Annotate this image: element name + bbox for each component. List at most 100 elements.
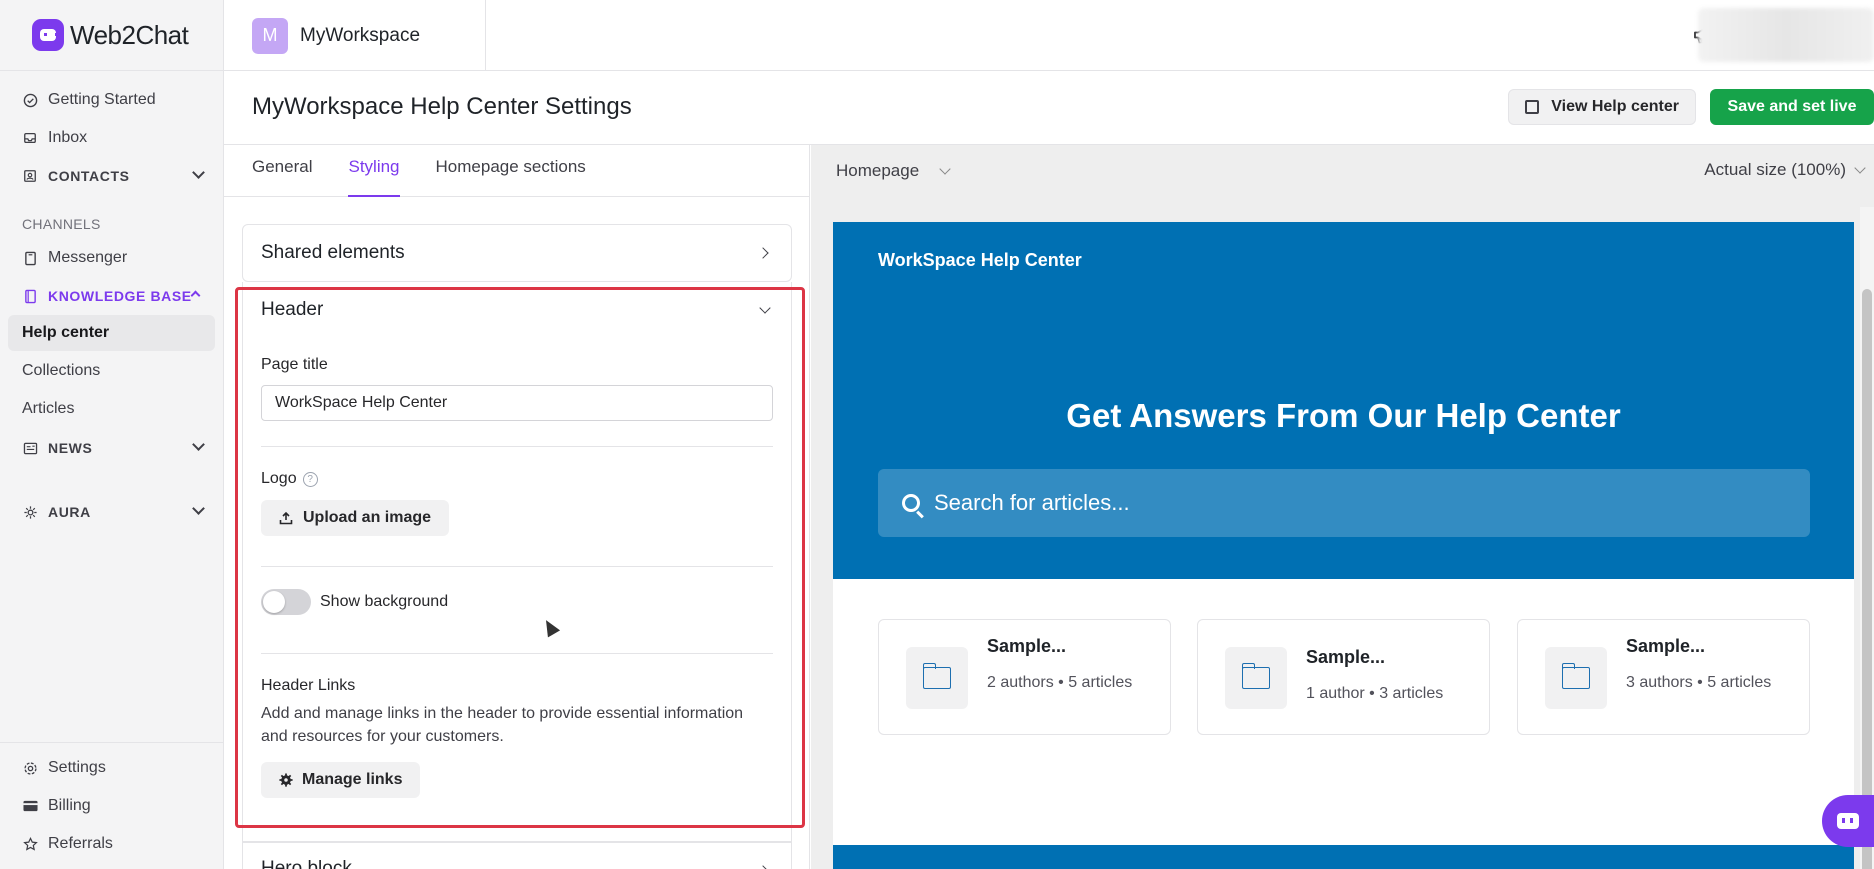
- contacts-icon: [22, 168, 38, 184]
- sidebar-item-label: Billing: [48, 797, 91, 814]
- sidebar-item-articles[interactable]: Articles: [8, 391, 215, 427]
- tab-styling[interactable]: Styling: [348, 145, 400, 197]
- tab-homepage-sections[interactable]: Homepage sections: [436, 145, 586, 197]
- collection-card[interactable]: Sample... 3 authors • 5 articles: [1517, 619, 1810, 735]
- preview-search-input[interactable]: Search for articles...: [878, 469, 1810, 537]
- sidebar-item-collections[interactable]: Collections: [8, 353, 215, 389]
- aura-icon: [22, 504, 38, 520]
- chevron-up-icon: [190, 290, 201, 301]
- collection-title: Sample...: [1306, 647, 1386, 667]
- folder-icon: [1225, 647, 1287, 709]
- sidebar-item-knowledge-base[interactable]: KNOWLEDGE BASE: [0, 277, 223, 315]
- user-menu[interactable]: [1698, 8, 1874, 62]
- sidebar-item-aura[interactable]: AURA: [0, 493, 223, 531]
- chevron-down-icon: [759, 302, 771, 314]
- chevron-right-icon: [757, 865, 769, 869]
- manage-links-button[interactable]: Manage links: [261, 762, 421, 798]
- preview-scrollbar[interactable]: [1860, 207, 1874, 869]
- divider: [261, 653, 773, 654]
- size-select-value: Actual size (100%): [1704, 160, 1846, 179]
- sidebar-item-news[interactable]: NEWS: [0, 429, 223, 467]
- sidebar-item-label: NEWS: [48, 440, 93, 456]
- messenger-icon: [22, 250, 38, 266]
- upload-image-label: Upload an image: [303, 509, 432, 526]
- workspace-name: MyWorkspace: [300, 24, 421, 46]
- sidebar-item-getting-started[interactable]: Getting Started: [0, 81, 223, 119]
- sidebar-nav: Getting Started Inbox CONTACTS CHANNELS …: [0, 71, 223, 531]
- chevron-down-icon[interactable]: [939, 163, 951, 175]
- brand[interactable]: Web2Chat: [0, 0, 223, 71]
- chat-launcher-button[interactable]: [1822, 795, 1874, 847]
- hero-block-section[interactable]: Hero block: [242, 842, 792, 869]
- section-title: Header: [261, 299, 324, 320]
- upload-icon: [279, 511, 293, 525]
- folder-icon: [906, 647, 968, 709]
- preview-hero-title: Get Answers From Our Help Center: [1066, 397, 1621, 434]
- view-help-center-button[interactable]: View Help center: [1508, 89, 1696, 125]
- sidebar-item-billing[interactable]: Billing: [0, 787, 223, 825]
- page-select[interactable]: Homepage: [836, 161, 919, 181]
- save-and-set-live-button[interactable]: Save and set live: [1710, 89, 1874, 125]
- tab-general[interactable]: General: [252, 145, 312, 197]
- chevron-right-icon: [757, 247, 769, 259]
- collection-meta: 1 author • 3 articles: [1306, 685, 1444, 702]
- upload-image-button[interactable]: Upload an image: [261, 500, 450, 536]
- show-background-toggle[interactable]: [261, 589, 311, 615]
- collection-meta: 2 authors • 5 articles: [987, 674, 1133, 691]
- sidebar-item-label: Messenger: [48, 249, 128, 266]
- chevron-down-icon: [192, 502, 205, 515]
- preview-toolbar: Homepage Actual size (100%): [811, 145, 1874, 197]
- collection-title: Sample...: [987, 636, 1067, 656]
- size-select[interactable]: Actual size (100%): [1704, 160, 1866, 180]
- shared-elements-header[interactable]: Shared elements: [243, 225, 791, 281]
- sidebar-item-label: Settings: [48, 759, 106, 776]
- preview-search-placeholder: Search for articles...: [934, 490, 1130, 515]
- sidebar-bottom-nav: Settings Billing Referrals: [0, 742, 223, 869]
- star-icon: [22, 836, 38, 852]
- sidebar-item-referrals[interactable]: Referrals: [0, 825, 223, 863]
- shared-elements-section[interactable]: Shared elements: [242, 224, 792, 282]
- collection-card[interactable]: Sample... 2 authors • 5 articles: [878, 619, 1171, 735]
- view-help-center-label: View Help center: [1551, 98, 1679, 115]
- page-title: MyWorkspace Help Center Settings: [252, 93, 632, 120]
- sidebar-item-label: Referrals: [48, 835, 113, 852]
- header-links-label: Header Links: [261, 677, 356, 694]
- sidebar-item-inbox[interactable]: Inbox: [0, 119, 223, 157]
- inbox-icon: [22, 130, 38, 146]
- sidebar-item-label: Inbox: [48, 129, 88, 146]
- header-section-toggle[interactable]: Header: [243, 282, 791, 338]
- preview-footer-band: [833, 845, 1854, 869]
- channels-group-label: CHANNELS: [22, 216, 101, 232]
- folder-icon: [1545, 647, 1607, 709]
- section-title: Shared elements: [261, 242, 405, 263]
- preview-scrollbar-thumb[interactable]: [1862, 289, 1872, 869]
- sidebar-item-settings[interactable]: Settings: [0, 749, 223, 787]
- sidebar-item-label: KNOWLEDGE BASE: [48, 288, 192, 304]
- divider: [261, 566, 773, 567]
- workspace-avatar: M: [252, 17, 288, 54]
- manage-links-label: Manage links: [302, 771, 403, 788]
- hero-block-header[interactable]: Hero block: [243, 843, 791, 869]
- header-section: Header Page title Logo ? Upload an image…: [242, 282, 792, 842]
- sidebar-item-label: AURA: [48, 504, 91, 520]
- section-title: Hero block: [261, 858, 352, 869]
- sidebar-item-help-center[interactable]: Help center: [8, 315, 215, 351]
- book-icon: [22, 288, 38, 304]
- chat-bot-icon: [1837, 813, 1859, 829]
- help-circle-icon[interactable]: ?: [302, 471, 318, 487]
- page-title-input[interactable]: [261, 385, 773, 421]
- news-icon: [22, 440, 38, 456]
- sidebar-item-messenger[interactable]: Messenger: [0, 239, 223, 277]
- web2chat-logo-icon: [32, 19, 64, 51]
- collection-title: Sample...: [1626, 636, 1706, 656]
- settings-panel: General Styling Homepage sections Shared…: [224, 145, 810, 869]
- preview-hero: WorkSpace Help Center Get Answers From O…: [833, 222, 1854, 579]
- sidebar-item-label: CONTACTS: [48, 168, 130, 184]
- sidebar: Web2Chat Getting Started Inbox CONTACTS …: [0, 0, 224, 869]
- sidebar-item-label: Getting Started: [48, 91, 156, 108]
- search-icon: [902, 494, 920, 512]
- collection-card[interactable]: Sample... 1 author • 3 articles: [1197, 619, 1490, 735]
- workspace-switcher[interactable]: M MyWorkspace: [224, 0, 486, 71]
- sidebar-item-contacts[interactable]: CONTACTS: [0, 157, 223, 195]
- preview-brand[interactable]: WorkSpace Help Center: [878, 250, 1082, 271]
